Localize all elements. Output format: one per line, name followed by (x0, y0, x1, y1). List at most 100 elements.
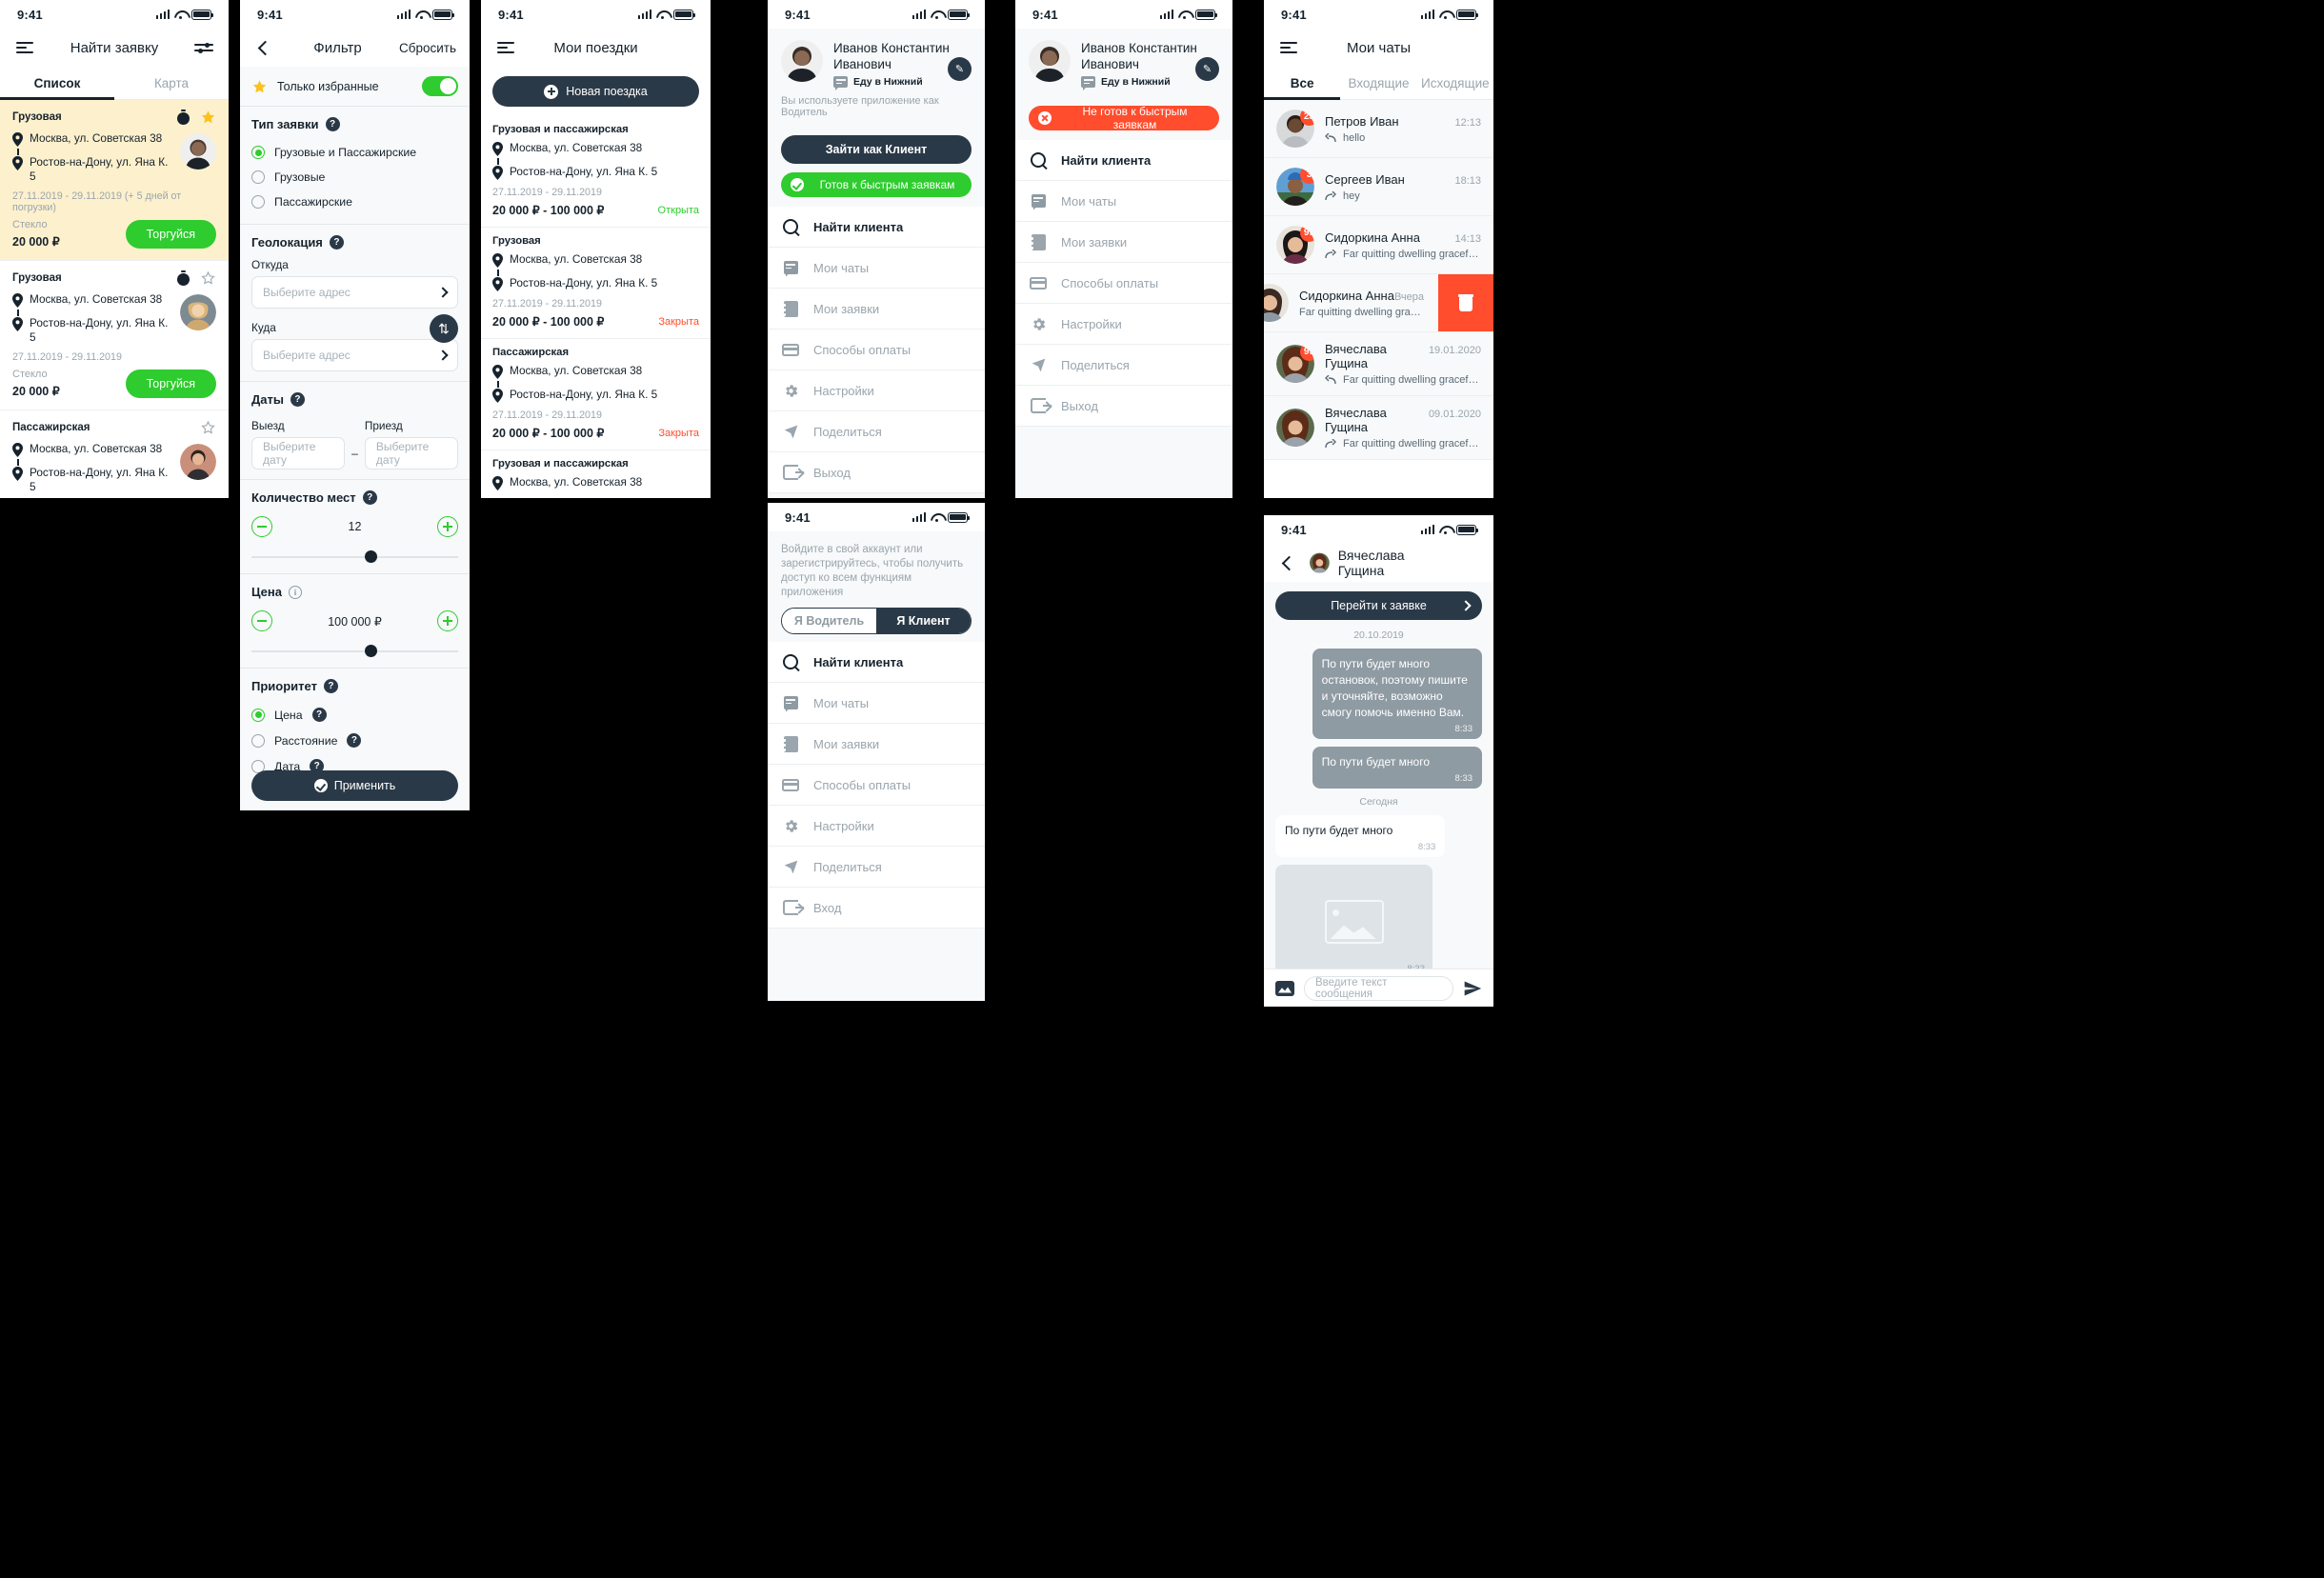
priority-price[interactable]: Цена ? (251, 702, 458, 728)
help-icon[interactable]: ? (329, 235, 344, 250)
slider-knob[interactable] (365, 645, 378, 657)
seats-slider[interactable] (251, 550, 458, 564)
avatar[interactable] (781, 40, 823, 82)
help-icon[interactable]: ? (347, 733, 362, 748)
priority-distance[interactable]: Расстояние ? (251, 728, 458, 753)
star-icon-outline[interactable] (200, 270, 216, 286)
edit-profile-button[interactable]: ✎ (948, 57, 972, 81)
chat-icon (1029, 191, 1048, 210)
to-address-input[interactable]: Выберите адрес (251, 339, 458, 371)
depart-date-input[interactable]: Выберите дату (251, 437, 346, 469)
trip-row[interactable]: Грузовая и пассажирская Москва, ул. Сове… (481, 116, 711, 228)
tab-list[interactable]: Список (0, 67, 114, 100)
not-ready-status-pill[interactable]: Не готов к быстрым заявкам (1029, 105, 1219, 131)
menu-item-logout[interactable]: Выход (768, 452, 985, 493)
swap-addresses-button[interactable]: ⇅ (430, 314, 458, 343)
radio-cargo[interactable]: Грузовые (251, 165, 458, 190)
menu-item-my-chats[interactable]: Мои чаты (768, 248, 985, 289)
menu-item-my-requests[interactable]: Мои заявки (768, 289, 985, 330)
help-icon[interactable]: ? (290, 392, 305, 407)
tab-all[interactable]: Все (1264, 67, 1341, 100)
menu-item-find-client[interactable]: Найти клиента (768, 207, 985, 248)
tab-map[interactable]: Карта (114, 67, 229, 99)
segment-client[interactable]: Я Клиент (876, 609, 971, 633)
menu-item-share[interactable]: Поделиться (1015, 345, 1232, 386)
menu-item-my-chats[interactable]: Мои чаты (768, 683, 985, 724)
menu-item-share[interactable]: Поделиться (768, 847, 985, 888)
help-icon[interactable]: ? (362, 490, 377, 505)
from-address-input[interactable]: Выберите адрес (251, 276, 458, 309)
menu-item-find-client[interactable]: Найти клиента (1015, 140, 1232, 181)
price-slider[interactable] (251, 645, 458, 658)
send-icon[interactable] (1463, 979, 1482, 998)
bid-button[interactable]: Торгуйся (125, 220, 216, 249)
tab-incoming[interactable]: Входящие (1340, 67, 1416, 99)
apply-button[interactable]: Применить (251, 770, 458, 801)
filter-button[interactable] (192, 36, 215, 59)
favorites-only-row[interactable]: Только избранные (240, 67, 470, 107)
help-icon[interactable]: ? (311, 708, 327, 722)
request-card[interactable]: Грузовая Москва, ул. Советская 38 Ростов… (0, 100, 229, 261)
help-icon[interactable]: ? (323, 679, 338, 693)
back-button[interactable] (253, 36, 276, 59)
help-icon[interactable]: ? (325, 117, 340, 131)
star-icon-filled[interactable] (200, 110, 216, 125)
trip-to: Ростов-на-Дону, ул. Яна К. 5 (492, 276, 699, 291)
price-minus-button[interactable] (251, 610, 272, 631)
segment-driver[interactable]: Я Водитель (782, 609, 876, 633)
radio-cargo-passenger[interactable]: Грузовые и Пассажирские (251, 140, 458, 165)
back-button[interactable] (1277, 551, 1300, 574)
ready-status-pill[interactable]: Готов к быстрым заявкам (781, 172, 972, 197)
switch-role-button[interactable]: Зайти как Клиент (781, 135, 972, 164)
gallery-icon[interactable] (1275, 980, 1294, 996)
goto-request-button[interactable]: Перейти к заявке (1275, 591, 1482, 620)
status-bar: 9:41 (1264, 0, 1493, 29)
arrive-date-input[interactable]: Выберите дату (364, 437, 458, 469)
menu-item-settings[interactable]: Настройки (1015, 304, 1232, 345)
request-card[interactable]: Пассажирская Москва, ул. Советская 38 Ро… (0, 410, 229, 498)
tab-outgoing[interactable]: Исходящие (1417, 67, 1493, 99)
chat-list-item-swiped[interactable]: Сидоркина Анна Вчера Far quitting dwelli… (1264, 274, 1493, 332)
trip-row[interactable]: Пассажирская Москва, ул. Советская 38 Ро… (481, 339, 711, 450)
price-plus-button[interactable] (437, 610, 458, 631)
favorites-toggle[interactable] (422, 76, 458, 96)
seats-plus-button[interactable] (437, 516, 458, 537)
menu-item-payment[interactable]: Способы оплаты (768, 330, 985, 370)
chat-list-item[interactable]: Вячеслава Гущина 09.01.2020 Far quitting… (1264, 396, 1493, 460)
menu-item-settings[interactable]: Настройки (768, 370, 985, 411)
menu-item-payment[interactable]: Способы оплаты (768, 765, 985, 806)
menu-item-my-requests[interactable]: Мои заявки (1015, 222, 1232, 263)
delete-chat-button[interactable] (1438, 274, 1493, 331)
menu-item-share[interactable]: Поделиться (768, 411, 985, 452)
menu-item-payment[interactable]: Способы оплаты (1015, 263, 1232, 304)
pin-icon (492, 476, 503, 490)
menu-item-my-requests[interactable]: Мои заявки (768, 724, 985, 765)
radio-passenger[interactable]: Пассажирские (251, 190, 458, 214)
star-icon-outline[interactable] (200, 420, 216, 435)
menu-item-find-client[interactable]: Найти клиента (768, 642, 985, 683)
seats-minus-button[interactable] (251, 516, 272, 537)
message-input[interactable]: Введите текст сообщения (1304, 975, 1453, 1001)
menu-item-settings[interactable]: Настройки (768, 806, 985, 847)
menu-item-my-chats[interactable]: Мои чаты (1015, 181, 1232, 222)
menu-button[interactable] (494, 36, 517, 59)
menu-item-login[interactable]: Вход (768, 888, 985, 929)
request-card[interactable]: Грузовая Москва, ул. Советская 38 Ростов… (0, 261, 229, 410)
menu-button[interactable] (13, 36, 36, 59)
trip-row[interactable]: Грузовая Москва, ул. Советская 38 Ростов… (481, 228, 711, 339)
bid-button[interactable]: Торгуйся (125, 370, 216, 398)
slider-knob[interactable] (365, 550, 378, 563)
new-trip-button[interactable]: Новая поездка (492, 76, 699, 107)
info-icon[interactable]: i (288, 585, 302, 599)
menu-button[interactable] (1277, 36, 1300, 59)
chat-list-item[interactable]: 3 Сергеев Иван 18:13 hey (1264, 158, 1493, 216)
chat-list-item[interactable]: 99 Вячеслава Гущина 19.01.2020 Far quitt… (1264, 332, 1493, 396)
avatar[interactable] (1029, 40, 1071, 82)
message-image[interactable]: 8:33 (1275, 865, 1432, 979)
edit-profile-button[interactable]: ✎ (1195, 57, 1219, 81)
chat-list-item[interactable]: 23 Петров Иван 12:13 hello (1264, 100, 1493, 158)
chat-list-item[interactable]: 99 Сидоркина Анна 14:13 Far quitting dwe… (1264, 216, 1493, 274)
reset-button[interactable]: Сбросить (399, 41, 456, 55)
trip-row[interactable]: Грузовая и пассажирская Москва, ул. Сове… (481, 450, 711, 498)
menu-item-logout[interactable]: Выход (1015, 386, 1232, 427)
